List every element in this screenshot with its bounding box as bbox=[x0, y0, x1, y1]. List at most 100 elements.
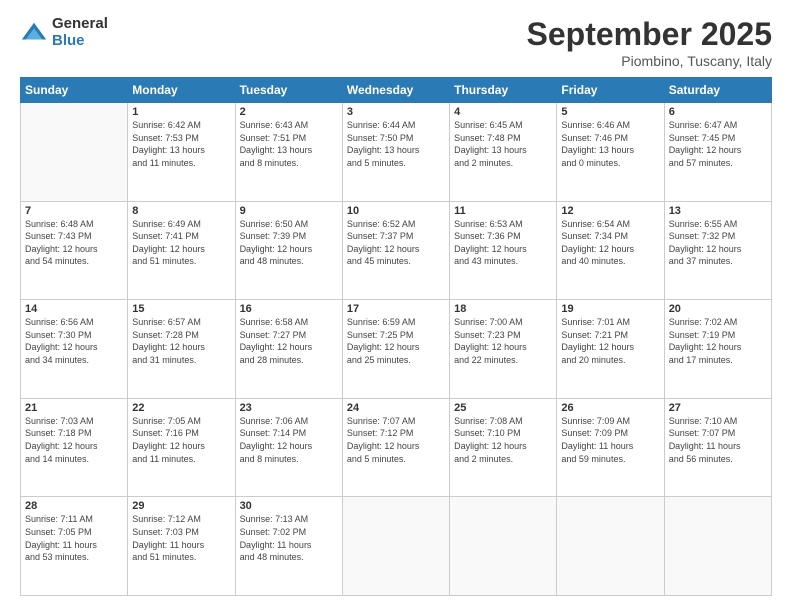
day-number: 18 bbox=[454, 303, 552, 315]
cell-w3-d2: 23Sunrise: 7:06 AM Sunset: 7:14 PM Dayli… bbox=[235, 398, 342, 497]
day-info: Sunrise: 7:02 AM Sunset: 7:19 PM Dayligh… bbox=[669, 316, 767, 366]
logo: General Blue bbox=[20, 16, 108, 49]
cell-w3-d3: 24Sunrise: 7:07 AM Sunset: 7:12 PM Dayli… bbox=[342, 398, 449, 497]
day-number: 3 bbox=[347, 106, 445, 118]
logo-icon bbox=[20, 19, 48, 47]
day-info: Sunrise: 6:42 AM Sunset: 7:53 PM Dayligh… bbox=[132, 119, 230, 169]
logo-blue-text: Blue bbox=[52, 33, 108, 50]
header-row: Sunday Monday Tuesday Wednesday Thursday… bbox=[21, 78, 772, 103]
cell-w2-d5: 19Sunrise: 7:01 AM Sunset: 7:21 PM Dayli… bbox=[557, 300, 664, 399]
cell-w1-d1: 8Sunrise: 6:49 AM Sunset: 7:41 PM Daylig… bbox=[128, 201, 235, 300]
cell-w1-d2: 9Sunrise: 6:50 AM Sunset: 7:39 PM Daylig… bbox=[235, 201, 342, 300]
title-block: September 2025 Piombino, Tuscany, Italy bbox=[527, 16, 772, 69]
day-number: 1 bbox=[132, 106, 230, 118]
cell-w4-d6 bbox=[664, 497, 771, 596]
day-info: Sunrise: 6:50 AM Sunset: 7:39 PM Dayligh… bbox=[240, 218, 338, 268]
day-info: Sunrise: 6:53 AM Sunset: 7:36 PM Dayligh… bbox=[454, 218, 552, 268]
cell-w4-d2: 30Sunrise: 7:13 AM Sunset: 7:02 PM Dayli… bbox=[235, 497, 342, 596]
day-number: 2 bbox=[240, 106, 338, 118]
cell-w4-d5 bbox=[557, 497, 664, 596]
cell-w2-d1: 15Sunrise: 6:57 AM Sunset: 7:28 PM Dayli… bbox=[128, 300, 235, 399]
cell-w2-d4: 18Sunrise: 7:00 AM Sunset: 7:23 PM Dayli… bbox=[450, 300, 557, 399]
cell-w4-d3 bbox=[342, 497, 449, 596]
col-tuesday: Tuesday bbox=[235, 78, 342, 103]
day-number: 23 bbox=[240, 402, 338, 414]
col-wednesday: Wednesday bbox=[342, 78, 449, 103]
day-number: 11 bbox=[454, 205, 552, 217]
cell-w1-d3: 10Sunrise: 6:52 AM Sunset: 7:37 PM Dayli… bbox=[342, 201, 449, 300]
day-info: Sunrise: 7:13 AM Sunset: 7:02 PM Dayligh… bbox=[240, 513, 338, 563]
cell-w4-d0: 28Sunrise: 7:11 AM Sunset: 7:05 PM Dayli… bbox=[21, 497, 128, 596]
day-info: Sunrise: 7:06 AM Sunset: 7:14 PM Dayligh… bbox=[240, 415, 338, 465]
day-number: 26 bbox=[561, 402, 659, 414]
day-number: 9 bbox=[240, 205, 338, 217]
cell-w0-d6: 6Sunrise: 6:47 AM Sunset: 7:45 PM Daylig… bbox=[664, 103, 771, 202]
day-number: 19 bbox=[561, 303, 659, 315]
day-info: Sunrise: 7:09 AM Sunset: 7:09 PM Dayligh… bbox=[561, 415, 659, 465]
cell-w0-d5: 5Sunrise: 6:46 AM Sunset: 7:46 PM Daylig… bbox=[557, 103, 664, 202]
day-number: 29 bbox=[132, 500, 230, 512]
day-number: 28 bbox=[25, 500, 123, 512]
cell-w4-d1: 29Sunrise: 7:12 AM Sunset: 7:03 PM Dayli… bbox=[128, 497, 235, 596]
day-number: 10 bbox=[347, 205, 445, 217]
title-month: September 2025 bbox=[527, 16, 772, 53]
day-info: Sunrise: 7:05 AM Sunset: 7:16 PM Dayligh… bbox=[132, 415, 230, 465]
week-row-5: 28Sunrise: 7:11 AM Sunset: 7:05 PM Dayli… bbox=[21, 497, 772, 596]
day-number: 27 bbox=[669, 402, 767, 414]
cell-w3-d0: 21Sunrise: 7:03 AM Sunset: 7:18 PM Dayli… bbox=[21, 398, 128, 497]
day-info: Sunrise: 6:49 AM Sunset: 7:41 PM Dayligh… bbox=[132, 218, 230, 268]
cell-w1-d6: 13Sunrise: 6:55 AM Sunset: 7:32 PM Dayli… bbox=[664, 201, 771, 300]
cell-w4-d4 bbox=[450, 497, 557, 596]
title-location: Piombino, Tuscany, Italy bbox=[527, 53, 772, 69]
day-info: Sunrise: 6:54 AM Sunset: 7:34 PM Dayligh… bbox=[561, 218, 659, 268]
day-number: 14 bbox=[25, 303, 123, 315]
day-info: Sunrise: 6:59 AM Sunset: 7:25 PM Dayligh… bbox=[347, 316, 445, 366]
day-info: Sunrise: 6:52 AM Sunset: 7:37 PM Dayligh… bbox=[347, 218, 445, 268]
day-info: Sunrise: 7:11 AM Sunset: 7:05 PM Dayligh… bbox=[25, 513, 123, 563]
cell-w3-d6: 27Sunrise: 7:10 AM Sunset: 7:07 PM Dayli… bbox=[664, 398, 771, 497]
day-number: 24 bbox=[347, 402, 445, 414]
col-saturday: Saturday bbox=[664, 78, 771, 103]
day-info: Sunrise: 6:48 AM Sunset: 7:43 PM Dayligh… bbox=[25, 218, 123, 268]
cell-w2-d3: 17Sunrise: 6:59 AM Sunset: 7:25 PM Dayli… bbox=[342, 300, 449, 399]
day-info: Sunrise: 6:43 AM Sunset: 7:51 PM Dayligh… bbox=[240, 119, 338, 169]
day-info: Sunrise: 7:10 AM Sunset: 7:07 PM Dayligh… bbox=[669, 415, 767, 465]
day-number: 20 bbox=[669, 303, 767, 315]
day-info: Sunrise: 7:01 AM Sunset: 7:21 PM Dayligh… bbox=[561, 316, 659, 366]
day-info: Sunrise: 6:56 AM Sunset: 7:30 PM Dayligh… bbox=[25, 316, 123, 366]
day-info: Sunrise: 7:00 AM Sunset: 7:23 PM Dayligh… bbox=[454, 316, 552, 366]
logo-general-text: General bbox=[52, 16, 108, 33]
day-number: 6 bbox=[669, 106, 767, 118]
day-info: Sunrise: 7:03 AM Sunset: 7:18 PM Dayligh… bbox=[25, 415, 123, 465]
day-info: Sunrise: 7:07 AM Sunset: 7:12 PM Dayligh… bbox=[347, 415, 445, 465]
cell-w2-d6: 20Sunrise: 7:02 AM Sunset: 7:19 PM Dayli… bbox=[664, 300, 771, 399]
day-number: 4 bbox=[454, 106, 552, 118]
day-info: Sunrise: 7:08 AM Sunset: 7:10 PM Dayligh… bbox=[454, 415, 552, 465]
week-row-2: 7Sunrise: 6:48 AM Sunset: 7:43 PM Daylig… bbox=[21, 201, 772, 300]
day-number: 25 bbox=[454, 402, 552, 414]
day-number: 16 bbox=[240, 303, 338, 315]
cell-w0-d3: 3Sunrise: 6:44 AM Sunset: 7:50 PM Daylig… bbox=[342, 103, 449, 202]
cell-w0-d0 bbox=[21, 103, 128, 202]
cell-w0-d4: 4Sunrise: 6:45 AM Sunset: 7:48 PM Daylig… bbox=[450, 103, 557, 202]
day-info: Sunrise: 6:55 AM Sunset: 7:32 PM Dayligh… bbox=[669, 218, 767, 268]
day-number: 12 bbox=[561, 205, 659, 217]
cell-w2-d0: 14Sunrise: 6:56 AM Sunset: 7:30 PM Dayli… bbox=[21, 300, 128, 399]
day-info: Sunrise: 6:58 AM Sunset: 7:27 PM Dayligh… bbox=[240, 316, 338, 366]
col-monday: Monday bbox=[128, 78, 235, 103]
cell-w0-d2: 2Sunrise: 6:43 AM Sunset: 7:51 PM Daylig… bbox=[235, 103, 342, 202]
week-row-3: 14Sunrise: 6:56 AM Sunset: 7:30 PM Dayli… bbox=[21, 300, 772, 399]
cell-w1-d0: 7Sunrise: 6:48 AM Sunset: 7:43 PM Daylig… bbox=[21, 201, 128, 300]
day-info: Sunrise: 6:45 AM Sunset: 7:48 PM Dayligh… bbox=[454, 119, 552, 169]
cell-w0-d1: 1Sunrise: 6:42 AM Sunset: 7:53 PM Daylig… bbox=[128, 103, 235, 202]
calendar-table: Sunday Monday Tuesday Wednesday Thursday… bbox=[20, 77, 772, 596]
day-number: 5 bbox=[561, 106, 659, 118]
day-number: 7 bbox=[25, 205, 123, 217]
col-thursday: Thursday bbox=[450, 78, 557, 103]
header: General Blue September 2025 Piombino, Tu… bbox=[20, 16, 772, 69]
day-number: 13 bbox=[669, 205, 767, 217]
day-number: 30 bbox=[240, 500, 338, 512]
page: General Blue September 2025 Piombino, Tu… bbox=[0, 0, 792, 612]
day-info: Sunrise: 7:12 AM Sunset: 7:03 PM Dayligh… bbox=[132, 513, 230, 563]
cell-w3-d4: 25Sunrise: 7:08 AM Sunset: 7:10 PM Dayli… bbox=[450, 398, 557, 497]
